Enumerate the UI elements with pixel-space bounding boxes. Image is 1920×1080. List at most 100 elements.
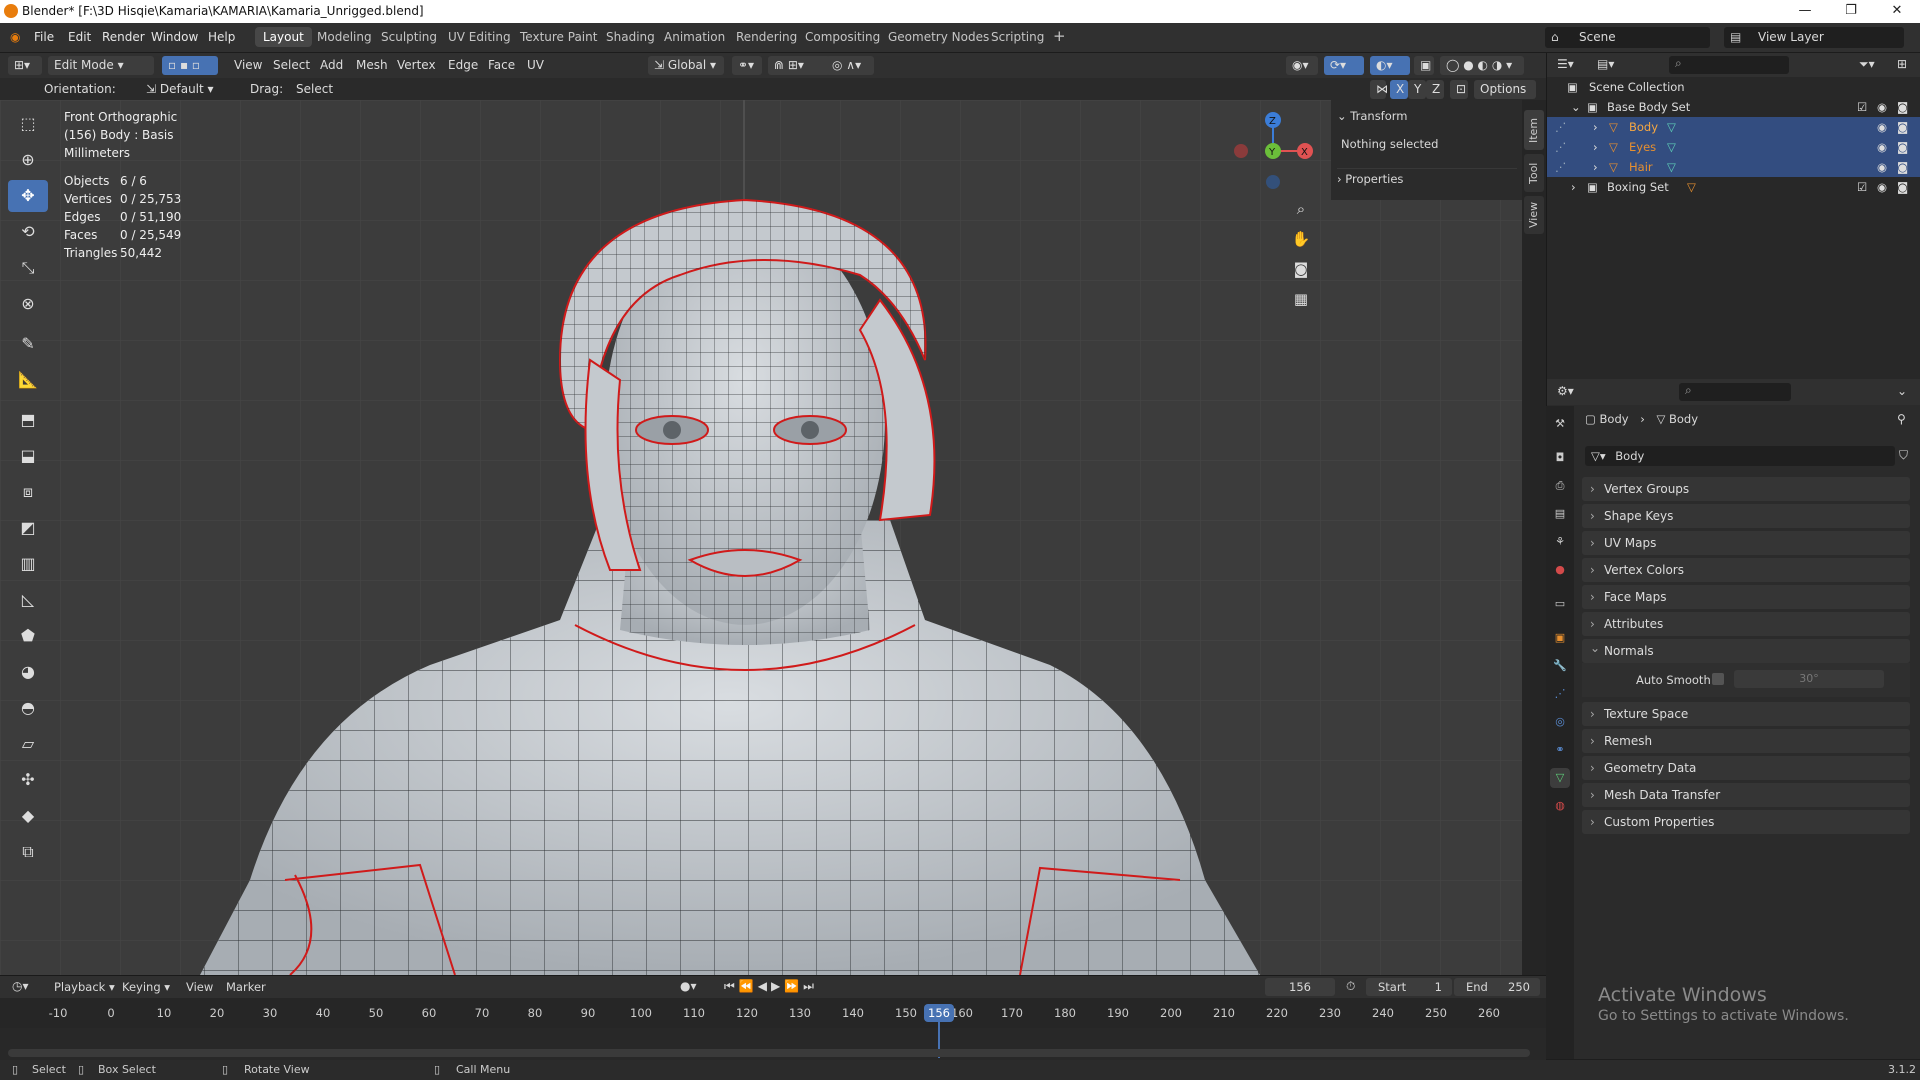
snap-icon[interactable]: ⋒ ⊞▾ [768,56,830,75]
menu-vertex[interactable]: Vertex [397,58,436,72]
current-frame-field[interactable]: 156 [1265,978,1335,996]
constraints-tab-icon[interactable]: ⚭ [1550,740,1570,760]
rotate-icon[interactable]: ⟲ [8,216,48,248]
expand-icon[interactable]: › [1593,117,1598,137]
menu-select[interactable]: Select [273,58,310,72]
pan-hand-icon[interactable]: ✋ [1288,224,1314,254]
panel-mesh-data-transfer[interactable]: Mesh Data Transfer [1582,783,1910,807]
properties-search-input[interactable]: ⌕ [1679,383,1791,401]
add-cube-icon[interactable]: ⬒ [8,404,48,436]
tab-rendering[interactable]: Rendering [736,30,797,44]
material-tab-icon[interactable]: ◍ [1550,796,1570,816]
render-camera-icon[interactable]: ◙ [1897,117,1908,137]
restore-button[interactable]: ❐ [1828,0,1874,23]
chevron-down-icon[interactable]: ⌄ [1897,384,1907,398]
cursor-icon[interactable]: ⊕ [8,144,48,176]
expand-icon[interactable]: › [1593,137,1598,157]
inset-icon[interactable]: ⧈ [8,476,48,508]
3d-viewport[interactable]: Z X Y ⌕ ✋ ◙ ▦ [0,100,1522,975]
panel-attributes[interactable]: Attributes [1582,612,1910,636]
topology-mirror-icon[interactable]: ⊡ [1450,80,1468,99]
outliner-row[interactable]: ⋰ › ▽ Hair ▽ ◉ ◙ [1547,157,1920,177]
timeline-scrollbar[interactable] [8,1049,1530,1057]
panel-shape-keys[interactable]: Shape Keys [1582,504,1910,528]
tab-uv-editing[interactable]: UV Editing [448,30,511,44]
poly-build-icon[interactable]: ⬟ [8,620,48,652]
edit-mode-icon[interactable]: ⋰ [1555,157,1567,177]
outliner-row[interactable]: › ▣ Boxing Set ▽ ☑ ◉ ◙ [1547,177,1920,197]
camera-icon[interactable]: ◙ [1288,254,1314,284]
shading-modes[interactable]: ◯ ● ◐ ◑ ▾ [1440,56,1524,75]
spin-icon[interactable]: ◕ [8,656,48,688]
filter-icon[interactable]: ⏷▾ [1859,57,1875,72]
close-button[interactable]: ✕ [1874,0,1920,23]
render-camera-icon[interactable]: ◙ [1897,97,1908,117]
expand-icon[interactable]: ⌄ [1571,97,1581,117]
properties-panel-header[interactable]: › Properties [1337,168,1517,188]
render-camera-icon[interactable]: ◙ [1897,137,1908,157]
view-layer-tab-icon[interactable]: ▤ [1550,504,1570,524]
edge-slide-icon[interactable]: ▱ [8,728,48,760]
minimize-button[interactable]: — [1782,0,1828,23]
display-mode-icon[interactable]: ▤▾ [1597,57,1614,71]
render-camera-icon[interactable]: ◙ [1897,177,1908,197]
menu-playback[interactable]: Playback ▾ [54,980,115,994]
bevel-icon[interactable]: ◩ [8,512,48,544]
world-tab-icon[interactable]: ● [1550,560,1570,580]
move-icon[interactable]: ✥ [8,180,48,212]
properties-type-icon[interactable]: ⚙▾ [1557,384,1574,398]
menu-add[interactable]: Add [320,58,343,72]
collection-tab-icon[interactable]: ▭ [1550,594,1570,614]
menu-keying[interactable]: Keying ▾ [122,980,170,994]
menu-view[interactable]: View [234,58,262,72]
view-layer-selector[interactable]: ▤ View Layer [1724,27,1904,48]
loop-cut-icon[interactable]: ▥ [8,548,48,580]
transform-panel-header[interactable]: ⌄ Transform [1337,106,1517,126]
outliner-row[interactable]: ⋰ › ▽ Eyes ▽ ◉ ◙ [1547,137,1920,157]
checkbox-icon[interactable]: ☑ [1857,97,1867,117]
select-mode-toggle[interactable]: ▫ ▪ ▫ [162,56,218,75]
visibility-icon[interactable]: ◉▾ [1286,56,1318,75]
tab-modeling[interactable]: Modeling [317,30,372,44]
menu-help[interactable]: Help [208,30,235,44]
annotate-icon[interactable]: ✎ [8,328,48,360]
object-tab-icon[interactable]: ▣ [1550,628,1570,648]
edit-mode-icon[interactable]: ⋰ [1555,137,1567,157]
tab-geometry-nodes[interactable]: Geometry Nodes [888,30,989,44]
options-dropdown[interactable]: Options ▾ [1474,80,1536,115]
eye-icon[interactable]: ◉ [1877,137,1887,157]
output-tab-icon[interactable]: ⎙ [1550,476,1570,496]
ortho-grid-icon[interactable]: ▦ [1288,284,1314,314]
outliner-row[interactable]: ⋰ › ▽ Body ▽ ◉ ◙ [1547,117,1920,137]
panel-custom-properties[interactable]: Custom Properties [1582,810,1910,834]
menu-mesh[interactable]: Mesh [356,58,388,72]
tab-item[interactable]: Item [1524,110,1544,150]
menu-render[interactable]: Render [102,30,145,44]
menu-marker[interactable]: Marker [226,980,266,994]
orientation-dropdown[interactable]: ⇲ Default ▾ [140,80,236,99]
smooth-icon[interactable]: ◓ [8,692,48,724]
tab-shading[interactable]: Shading [606,30,655,44]
panel-normals[interactable]: Normals [1582,636,1910,663]
menu-timeline-view[interactable]: View [186,980,213,994]
pin-icon[interactable]: ⚲ [1897,412,1906,426]
menu-window[interactable]: Window [151,30,198,44]
modifier-tab-icon[interactable]: 🔧 [1550,656,1570,676]
eye-icon[interactable]: ◉ [1877,117,1887,137]
transform-icon[interactable]: ⊗ [8,288,48,320]
drag-dropdown[interactable]: Select Box ▾ [290,80,364,115]
mode-dropdown[interactable]: Edit Mode ▾ [48,56,154,75]
mirror-y-toggle[interactable]: Y [1408,80,1426,99]
menu-edge[interactable]: Edge [448,58,478,72]
menu-face[interactable]: Face [488,58,515,72]
gizmo-toggle-icon[interactable]: ⟳▾ [1324,56,1364,75]
tab-layout[interactable]: Layout [255,27,312,47]
mesh-data-name-field[interactable]: ▽▾ Body [1585,446,1895,466]
playback-controls[interactable]: ⏮⏪◀▶⏩⏭ [724,979,818,994]
tab-scripting[interactable]: Scripting [991,30,1044,44]
panel-geometry-data[interactable]: Geometry Data [1582,756,1910,780]
expand-icon[interactable]: › [1593,157,1598,177]
blender-menu-icon[interactable]: ◉ [10,30,20,44]
mirror-x-toggle[interactable]: X [1390,80,1408,99]
scene-tab-icon[interactable]: ⚘ [1550,532,1570,552]
